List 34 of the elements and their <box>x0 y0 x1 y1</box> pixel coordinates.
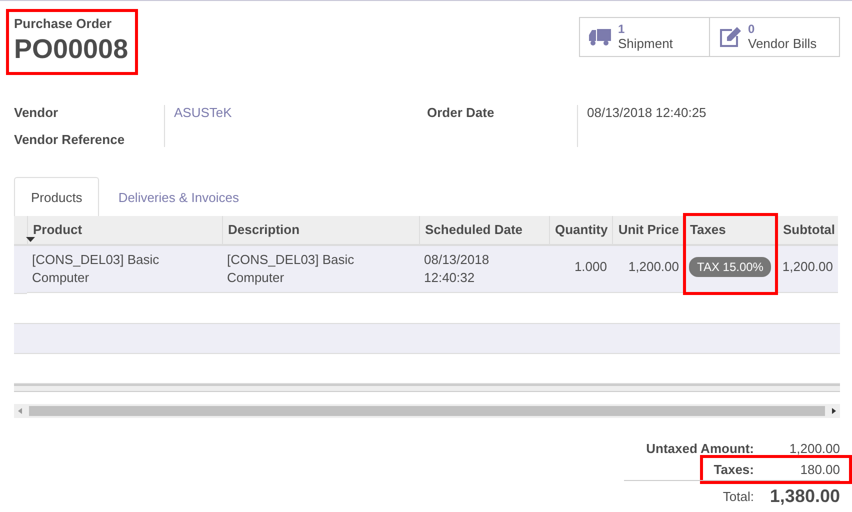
truck-icon <box>588 27 612 47</box>
total-value: 180.00 <box>799 460 840 479</box>
table-cell-text: [CONS_DEL03] Basic Computer <box>32 250 160 287</box>
total-value: 1,380.00 <box>754 480 840 507</box>
table-cell-text: 08/13/2018 12:40:32 <box>424 250 490 287</box>
table-cell: 1.000 <box>574 258 607 276</box>
tab[interactable]: Products <box>14 176 100 217</box>
tax-tag: TAX 15.00% <box>689 257 772 278</box>
field-label: Vendor Reference <box>14 132 126 147</box>
column-header[interactable]: Description <box>222 216 419 246</box>
column-header[interactable]: Subtotal <box>777 216 838 246</box>
header-handle <box>14 216 27 246</box>
total-value: 1,200.00 <box>788 440 840 458</box>
total-label: Total: <box>624 480 754 507</box>
vendor-link[interactable]: ASUSTeK <box>174 104 427 120</box>
order-number: PO00008 <box>14 35 128 65</box>
total-label: Untaxed Amount: <box>645 440 754 458</box>
column-header[interactable]: Taxes <box>684 216 777 246</box>
column-header[interactable]: Unit Price <box>612 216 684 246</box>
field-label: Order Date <box>427 104 496 120</box>
table-cell-text: [CONS_DEL03] Basic Computer <box>227 250 356 287</box>
smart-button[interactable]: 0 Vendor Bills <box>709 17 840 57</box>
column-header[interactable]: Quantity <box>549 216 612 246</box>
table-cell: 1,200.00 <box>782 258 833 276</box>
field-value: 08/13/2018 12:40:25 <box>587 104 708 120</box>
table-cell: 1,200.00 <box>628 258 679 276</box>
column-header[interactable]: Product <box>27 216 222 246</box>
document-type: Purchase Order <box>14 16 113 31</box>
smart-button[interactable]: 1 Shipment <box>579 17 710 57</box>
column-header[interactable]: Scheduled Date <box>419 216 549 246</box>
field-label: Vendor <box>14 104 60 120</box>
total-label: Taxes: <box>712 460 754 479</box>
edit-icon <box>718 26 742 48</box>
row-handle[interactable] <box>14 246 27 294</box>
